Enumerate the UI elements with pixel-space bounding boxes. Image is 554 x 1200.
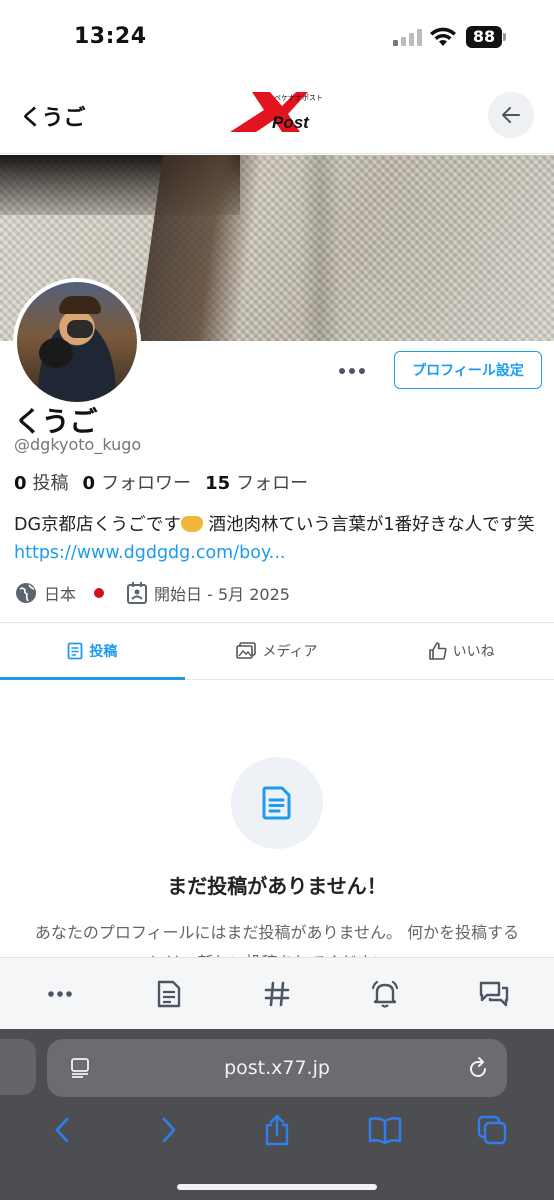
chevron-left-icon	[55, 1117, 69, 1143]
avatar[interactable]	[13, 278, 141, 406]
profile-bio: DG京都店くうごです 酒池肉林ていう言葉が1番好きな人です笑 https://w…	[14, 515, 535, 563]
bottom-toolbar	[0, 957, 554, 1029]
status-bar: 13:24 88	[0, 0, 554, 76]
back-button[interactable]	[488, 92, 534, 138]
app-header: くうご Post ペケナナポスト	[0, 76, 554, 154]
more-icon[interactable]	[36, 970, 84, 1018]
bio-link[interactable]: https://www.dgdgdg.com/boy...	[14, 543, 285, 563]
url-text: post.x77.jp	[224, 1057, 330, 1079]
bell-icon[interactable]	[361, 970, 409, 1018]
following-count[interactable]: 15 フォロー	[205, 469, 308, 495]
dot-icon	[339, 368, 345, 374]
bookmarks-button[interactable]	[363, 1108, 407, 1152]
tabs-button[interactable]	[470, 1108, 514, 1152]
xpost-logo[interactable]: Post ペケナナポスト	[226, 88, 332, 136]
followers-count[interactable]: 0 フォロワー	[83, 469, 192, 495]
home-indicator	[177, 1184, 377, 1190]
forward-nav-button[interactable]	[147, 1108, 191, 1152]
profile-stats: 0 投稿 0 フォロワー 15 フォロー	[14, 469, 308, 495]
svg-text:ペケナナポスト: ペケナナポスト	[274, 94, 323, 102]
posts-count[interactable]: 0 投稿	[14, 469, 69, 495]
heart-hands-emoji	[180, 516, 203, 532]
status-time: 13:24	[74, 24, 147, 49]
image-icon	[236, 642, 257, 659]
document-icon	[262, 786, 291, 820]
empty-posts-icon	[231, 757, 323, 849]
thumbs-up-icon	[428, 642, 447, 660]
dot-icon	[349, 368, 355, 374]
empty-state-description: あなたのプロフィールにはまだ投稿がありません。 何かを投稿するには、新しい投稿を…	[34, 923, 520, 958]
share-icon	[265, 1114, 289, 1146]
dot-icon	[359, 368, 365, 374]
profile-tabs: 投稿 メディア いいね	[0, 622, 554, 680]
wifi-icon	[430, 27, 456, 46]
chat-icon[interactable]	[470, 970, 518, 1018]
location: 日本	[14, 581, 105, 605]
book-icon	[368, 1117, 401, 1144]
display-name: くうご	[14, 405, 98, 438]
previous-tab-preview[interactable]	[0, 1039, 36, 1095]
page-menu-icon[interactable]	[69, 1057, 91, 1079]
tab-posts[interactable]: 投稿	[0, 623, 185, 680]
document-icon[interactable]	[145, 970, 193, 1018]
calendar-icon	[127, 582, 148, 604]
browser-nav-row	[0, 1107, 554, 1153]
more-options-button[interactable]	[330, 356, 374, 386]
cellular-signal-icon	[393, 28, 423, 46]
address-bar[interactable]: post.x77.jp	[47, 1039, 507, 1097]
browser-toolbar: post.x77.jp	[0, 1029, 554, 1200]
tabs-icon	[477, 1115, 507, 1145]
empty-state-title: まだ投稿がありません！	[167, 874, 387, 898]
arrow-left-icon	[502, 107, 520, 123]
battery-tip	[503, 33, 506, 41]
tab-media[interactable]: メディア	[185, 623, 370, 679]
hashtag-icon[interactable]	[253, 970, 301, 1018]
reload-icon[interactable]	[467, 1056, 489, 1080]
battery-indicator: 88	[466, 26, 502, 48]
back-nav-button[interactable]	[40, 1108, 84, 1152]
user-handle: @dgkyoto_kugo	[14, 435, 142, 454]
tab-likes[interactable]: いいね	[369, 623, 554, 679]
share-button[interactable]	[255, 1108, 299, 1152]
document-icon	[67, 642, 83, 660]
join-date: 開始日 - 5月 2025	[126, 581, 290, 605]
flag-japan-icon	[94, 588, 105, 598]
globe-icon	[16, 583, 36, 603]
header-title: くうご	[20, 106, 86, 131]
profile-settings-button[interactable]: プロフィール設定	[394, 351, 542, 389]
chevron-right-icon	[163, 1117, 176, 1143]
profile-meta: 日本 開始日 - 5月 2025	[14, 580, 312, 606]
svg-text:Post: Post	[272, 113, 310, 132]
